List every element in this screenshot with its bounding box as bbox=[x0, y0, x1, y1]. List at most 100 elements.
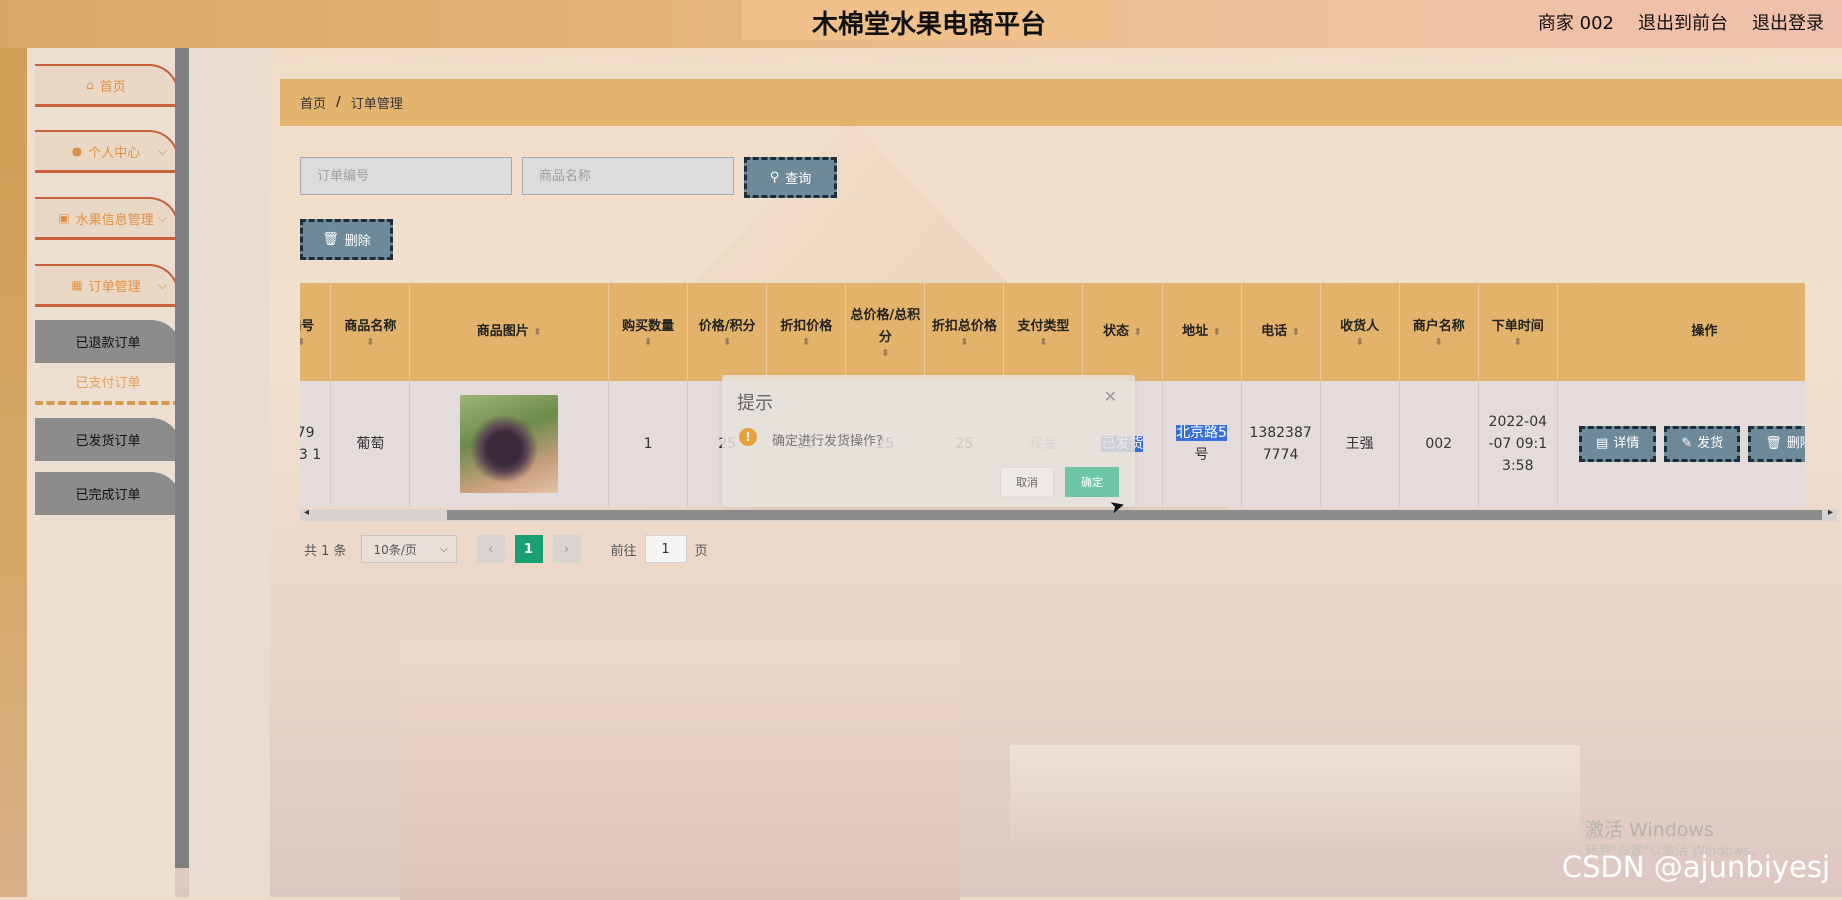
row-delete-label: 删除 bbox=[1786, 436, 1805, 451]
col-header[interactable]: 价格/积分 ⬍ bbox=[687, 283, 768, 381]
page-1-button[interactable]: 1 bbox=[514, 535, 543, 563]
pager-total: 共 1 条 bbox=[304, 543, 347, 559]
logout-link[interactable]: 退出登录 bbox=[1752, 9, 1824, 35]
dialog-cancel-button[interactable]: 取消 bbox=[1000, 467, 1054, 497]
query-button[interactable]: ⚲ 查询 bbox=[744, 157, 837, 198]
sidebar-item-personal[interactable]: ● 个人中心 ⌵ bbox=[35, 130, 179, 173]
confirm-dialog: 提示 ✕ ! 确定进行发货操作? 取消 确定 bbox=[722, 375, 1135, 507]
sidebar-sub-refunded[interactable]: 已退款订单 bbox=[35, 320, 181, 363]
windows-activation-text: 激活 Windows bbox=[1585, 819, 1714, 841]
col-header[interactable]: 折扣总价格 ⬍ bbox=[924, 283, 1005, 381]
cell-product-name: 葡萄 bbox=[330, 381, 411, 507]
sidebar-sub-completed[interactable]: 已完成订单 bbox=[35, 472, 181, 515]
sidebar-item-label: 订单管理 bbox=[88, 279, 141, 295]
sort-icon: ⬍ bbox=[1355, 337, 1364, 348]
back-to-frontend-link[interactable]: 退出到前台 bbox=[1638, 9, 1728, 35]
col-header[interactable]: 下单时间 ⬍ bbox=[1478, 283, 1558, 381]
address-rest: 号 bbox=[1194, 447, 1209, 463]
scroll-left-arrow-icon[interactable]: ◂ bbox=[304, 507, 309, 518]
col-header[interactable]: 商户名称 ⬍ bbox=[1399, 283, 1479, 381]
background-block-low bbox=[1010, 745, 1580, 840]
merchant-account-link[interactable]: 商家 002 bbox=[1538, 9, 1614, 35]
detail-button[interactable]: ▤ 详情 bbox=[1579, 426, 1657, 462]
sort-icon: ⬍ bbox=[300, 337, 306, 348]
ship-button[interactable]: ✎ 发货 bbox=[1664, 426, 1741, 462]
sort-icon: ⬍ bbox=[1133, 326, 1142, 338]
sort-icon: ⬍ bbox=[1291, 326, 1301, 338]
goto-label: 前往 bbox=[610, 543, 637, 559]
row-delete-button[interactable]: 🗑 删除 bbox=[1748, 426, 1805, 462]
col-header: 操作 bbox=[1557, 283, 1805, 381]
search-icon: ⚲ bbox=[769, 170, 780, 185]
source-watermark: CSDN @ajunbiyesj bbox=[1561, 850, 1830, 884]
query-label: 查询 bbox=[785, 172, 812, 187]
cell-actions: ▤ 详情 ✎ 发货 🗑 删除 bbox=[1557, 381, 1805, 507]
dialog-message: 确定进行发货操作? bbox=[772, 434, 883, 449]
pagination: 共 1 条 10条/页 ⌵ ‹ 1 › 前往 1 页 bbox=[304, 535, 708, 563]
col-header[interactable]: 购买数量 ⬍ bbox=[608, 283, 689, 381]
breadcrumb-home[interactable]: 首页 bbox=[300, 93, 326, 112]
sidebar-item-fruit-info[interactable]: ▣ 水果信息管理 ⌵ bbox=[35, 197, 179, 240]
table-header-row: 编号⬍ 商品名称⬍ 商品图片 ⬍ 购买数量⬍ 价格/积分⬍ 折扣价格⬍ 总价格/… bbox=[300, 283, 1805, 381]
trash-icon: 🗑 bbox=[322, 232, 339, 247]
edit-icon: ✎ bbox=[1681, 436, 1693, 451]
top-links: 商家 002 退出到前台 退出登录 bbox=[1538, 9, 1824, 35]
sort-icon: ⬍ bbox=[533, 326, 542, 338]
sidebar-gap bbox=[189, 48, 270, 897]
product-name-input[interactable] bbox=[522, 157, 734, 195]
sidebar-sub-shipped[interactable]: 已发货订单 bbox=[35, 418, 181, 461]
sort-icon: ⬍ bbox=[960, 337, 969, 348]
cell-address: 北京路5 号 bbox=[1162, 381, 1242, 507]
sidebar-item-orders[interactable]: ▦ 订单管理 ⌵ bbox=[35, 264, 179, 307]
col-header[interactable]: 商品名称 ⬍ bbox=[330, 283, 411, 381]
sort-icon: ⬍ bbox=[1039, 337, 1048, 348]
prev-page-button[interactable]: ‹ bbox=[476, 535, 505, 563]
sort-icon: ⬍ bbox=[1434, 337, 1443, 348]
sort-icon: ⬍ bbox=[1513, 337, 1522, 348]
next-page-button[interactable]: › bbox=[552, 535, 581, 563]
product-image[interactable] bbox=[460, 395, 559, 493]
sort-icon: ⬍ bbox=[643, 337, 653, 348]
breadcrumb-separator: / bbox=[336, 95, 341, 110]
trash-icon: 🗑 bbox=[1765, 436, 1782, 451]
clipboard-icon: ▣ bbox=[58, 211, 70, 225]
sort-icon: ⬍ bbox=[1212, 326, 1221, 338]
cell-order-time: 2022-04 -07 09:1 3:58 bbox=[1478, 381, 1558, 507]
scroll-thumb[interactable] bbox=[447, 510, 1822, 520]
ship-label: 发货 bbox=[1697, 436, 1724, 451]
cell-phone: 1382387 7774 bbox=[1241, 381, 1321, 507]
chevron-down-icon: ⌵ bbox=[157, 144, 167, 158]
col-header[interactable]: 状态 ⬍ bbox=[1082, 283, 1163, 381]
document-icon: ▤ bbox=[1596, 436, 1609, 451]
address-highlight: 北京路5 bbox=[1176, 425, 1227, 441]
goto-page-input[interactable]: 1 bbox=[644, 535, 687, 563]
detail-label: 详情 bbox=[1613, 436, 1640, 451]
chevron-down-icon: ⌵ bbox=[439, 543, 448, 555]
sidebar-item-label: 首页 bbox=[99, 79, 126, 95]
col-header[interactable]: 商品图片 ⬍ bbox=[409, 283, 610, 381]
cell-product-image bbox=[409, 381, 610, 507]
dialog-confirm-button[interactable]: 确定 bbox=[1065, 467, 1119, 497]
col-header[interactable]: 电话 ⬍ bbox=[1241, 283, 1321, 381]
sort-icon: ⬍ bbox=[366, 337, 375, 348]
sidebar-scrollbar[interactable] bbox=[175, 48, 189, 868]
col-header[interactable]: 支付类型 ⬍ bbox=[1003, 283, 1084, 381]
col-header[interactable]: 编号⬍ bbox=[300, 283, 332, 381]
col-header[interactable]: 总价格/总积分 ⬍ bbox=[845, 283, 926, 381]
close-icon[interactable]: ✕ bbox=[1104, 387, 1117, 406]
col-header[interactable]: 折扣价格 ⬍ bbox=[766, 283, 847, 381]
cell-receiver: 王强 bbox=[1320, 381, 1400, 507]
dialog-title: 提示 bbox=[737, 393, 773, 414]
col-header[interactable]: 收货人 ⬍ bbox=[1320, 283, 1400, 381]
sidebar-sub-paid[interactable]: 已支付订单 bbox=[35, 362, 181, 405]
sidebar-item-home[interactable]: ⌂ 首页 bbox=[35, 64, 179, 107]
order-no-input[interactable] bbox=[300, 157, 512, 195]
batch-delete-button[interactable]: 🗑 删除 bbox=[300, 219, 393, 260]
col-header[interactable]: 地址 ⬍ bbox=[1162, 283, 1242, 381]
scroll-right-arrow-icon[interactable]: ▸ bbox=[1828, 507, 1833, 518]
sidebar: ⌂ 首页 ● 个人中心 ⌵ ▣ 水果信息管理 ⌵ ▦ 订单管理 ⌵ 已退款订单 … bbox=[27, 48, 181, 897]
table-hscrollbar[interactable]: ◂ ▸ bbox=[300, 507, 1837, 521]
cell-order-no: 479 213 1 bbox=[300, 381, 332, 507]
delete-label: 删除 bbox=[344, 234, 371, 249]
page-size-select[interactable]: 10条/页 ⌵ bbox=[360, 535, 457, 563]
